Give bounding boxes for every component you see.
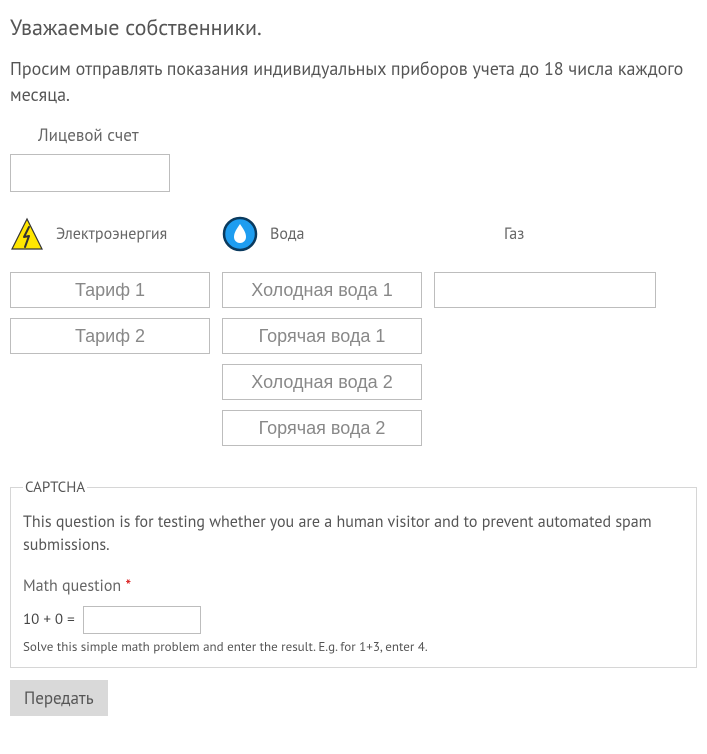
cold-water-2-input[interactable] <box>222 364 422 400</box>
hot-water-1-input[interactable] <box>222 318 422 354</box>
math-question-label: Math question * <box>23 576 684 596</box>
math-answer-input[interactable] <box>83 606 201 634</box>
electricity-column: Электроэнергия <box>10 214 210 364</box>
water-column: Вода <box>222 214 422 456</box>
water-icon <box>222 216 258 252</box>
gas-header: Газ <box>434 214 656 254</box>
intro-text: Просим отправлять показания индивидуальн… <box>10 56 697 108</box>
captcha-description: This question is for testing whether you… <box>23 511 684 557</box>
water-header: Вода <box>222 214 422 254</box>
captcha-legend: CAPTCHA <box>23 478 87 497</box>
account-input[interactable] <box>10 154 170 192</box>
hot-water-2-input[interactable] <box>222 410 422 446</box>
gas-column: Газ <box>434 214 656 318</box>
electricity-header: Электроэнергия <box>10 214 210 254</box>
math-hint: Solve this simple math problem and enter… <box>23 638 684 655</box>
tariff-1-input[interactable] <box>10 272 210 308</box>
math-question-text: 10 + 0 = <box>23 610 75 629</box>
water-label: Вода <box>270 224 304 244</box>
gas-label: Газ <box>504 224 524 244</box>
tariff-2-input[interactable] <box>10 318 210 354</box>
gas-input[interactable] <box>434 272 656 308</box>
electricity-icon <box>10 217 44 251</box>
submit-button[interactable]: Передать <box>10 680 108 716</box>
cold-water-1-input[interactable] <box>222 272 422 308</box>
meter-columns: Электроэнергия Вода Газ <box>10 214 697 456</box>
captcha-fieldset: CAPTCHA This question is for testing whe… <box>10 478 697 667</box>
account-label: Лицевой счет <box>38 124 697 146</box>
page-title: Уважаемые собственники. <box>10 14 697 42</box>
electricity-label: Электроэнергия <box>56 224 167 244</box>
required-mark: * <box>125 576 131 596</box>
